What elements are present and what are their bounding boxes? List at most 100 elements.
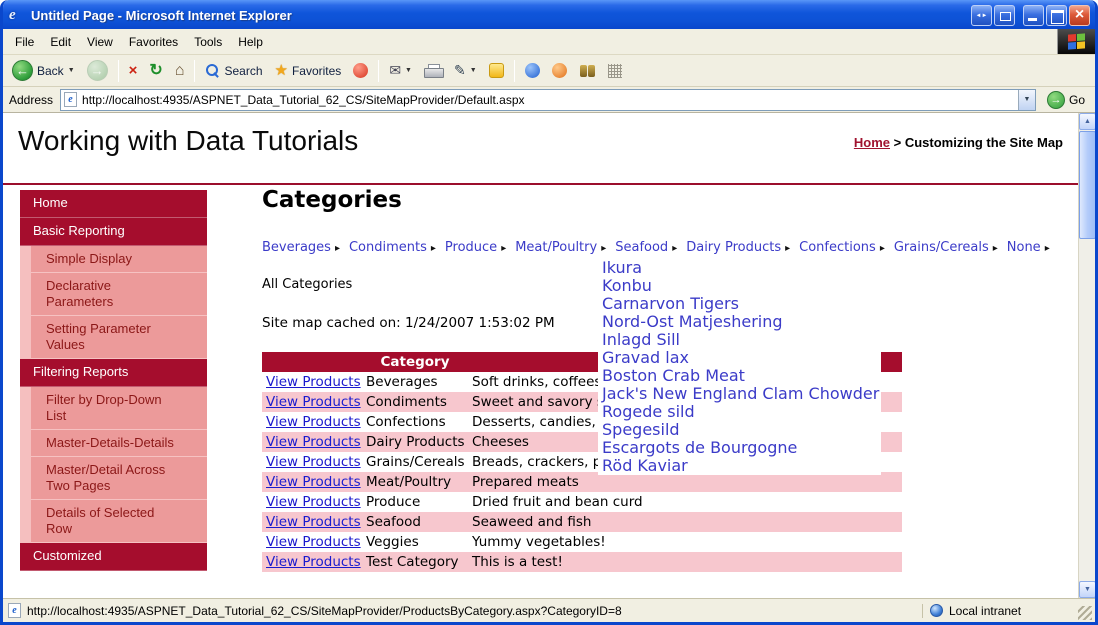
category-menu-item[interactable]: Condiments (349, 240, 436, 255)
category-menu-link[interactable]: Confections (799, 240, 876, 255)
category-menu-item[interactable]: Grains/Cereals (894, 240, 998, 255)
submenu-arrow-icon (672, 240, 677, 255)
sidebar-item-simple-display[interactable]: Simple Display (31, 246, 207, 273)
search-button[interactable]: Search (200, 60, 267, 81)
view-products-link[interactable]: View Products (266, 454, 361, 470)
go-button[interactable]: → Go (1043, 90, 1089, 109)
mail-button[interactable]: ✉ ▼ (384, 60, 417, 81)
view-products-link[interactable]: View Products (266, 554, 361, 570)
category-menu-link[interactable]: Meat/Poultry (515, 240, 597, 255)
messenger-button[interactable] (484, 60, 509, 81)
cache-note: Site map cached on: 1/24/2007 1:53:02 PM (262, 315, 555, 331)
flyout-item[interactable]: Ikura (602, 259, 881, 277)
minimize-button[interactable] (1023, 5, 1044, 26)
category-menu-item[interactable]: None (1007, 240, 1050, 255)
view-products-link[interactable]: View Products (266, 534, 361, 550)
flyout-item[interactable]: Röd Kaviar (602, 457, 881, 475)
view-products-link[interactable]: View Products (266, 474, 361, 490)
media-button[interactable] (547, 60, 572, 81)
category-menu-link[interactable]: Beverages (262, 240, 331, 255)
category-menu-link[interactable]: Seafood (615, 240, 668, 255)
view-products-link[interactable]: View Products (266, 374, 361, 390)
edit-button[interactable]: ✎ ▼ (449, 60, 482, 81)
back-button[interactable]: ← Back ▼ (7, 57, 80, 84)
flyout-item[interactable]: Nord-Ost Matjeshering (602, 313, 881, 331)
flyout-item[interactable]: Carnarvon Tigers (602, 295, 881, 313)
flyout-item[interactable]: Rogede sild (602, 403, 881, 421)
link-column-header (262, 352, 362, 372)
vertical-scrollbar[interactable]: ▲ ▼ (1078, 113, 1095, 598)
select-grid-button[interactable] (603, 61, 627, 81)
view-products-link[interactable]: View Products (266, 414, 361, 430)
menu-favorites[interactable]: Favorites (121, 30, 186, 54)
flyout-item[interactable]: Inlagd Sill (602, 331, 881, 349)
titlebar-extra-button-2[interactable] (994, 5, 1015, 26)
category-menu-item[interactable]: Meat/Poultry (515, 240, 606, 255)
address-dropdown-button[interactable]: ▼ (1017, 89, 1035, 110)
table-row: View Products Seafood Seaweed and fish (262, 512, 902, 532)
sidebar-item-details-of-selected-row[interactable]: Details of Selected Row (31, 500, 207, 543)
sidebar-item-filtering-reports[interactable]: Filtering Reports (20, 359, 207, 387)
page-content: Working with Data Tutorials Home > Custo… (3, 113, 1095, 598)
address-input[interactable]: e http://localhost:4935/ASPNET_Data_Tuto… (60, 88, 1036, 111)
category-cell: Seafood (366, 514, 421, 530)
menu-edit[interactable]: Edit (42, 30, 79, 54)
search-label: Search (224, 63, 263, 78)
scroll-up-button[interactable]: ▲ (1079, 113, 1095, 130)
breadcrumb-separator: > (890, 135, 905, 150)
menu-tools[interactable]: Tools (186, 30, 230, 54)
print-button[interactable] (419, 61, 447, 81)
flyout-item[interactable]: Boston Crab Meat (602, 367, 881, 385)
category-menu-item[interactable]: Beverages (262, 240, 340, 255)
sidebar-item-master-details-details[interactable]: Master-Details-Details (31, 430, 207, 457)
category-menu-item[interactable]: Dairy Products (686, 240, 790, 255)
forward-button[interactable]: → (82, 57, 113, 84)
scroll-down-button[interactable]: ▼ (1079, 581, 1095, 598)
security-zone-panel: Local intranet (922, 603, 1072, 618)
flyout-item[interactable]: Konbu (602, 277, 881, 295)
flyout-item[interactable]: Gravad lax (602, 349, 881, 367)
category-menu-item[interactable]: Confections (799, 240, 885, 255)
menu-view[interactable]: View (79, 30, 121, 54)
home-button[interactable]: ⌂ (170, 60, 190, 81)
favorites-button[interactable]: ★ Favorites (270, 60, 347, 81)
category-menu-link[interactable]: Dairy Products (686, 240, 781, 255)
breadcrumb-home-link[interactable]: Home (854, 135, 890, 150)
scroll-thumb[interactable] (1079, 131, 1095, 239)
maximize-button[interactable] (1046, 5, 1067, 26)
flyout-item[interactable]: Jack's New England Clam Chowder (602, 385, 881, 403)
stop-button[interactable]: × (124, 60, 143, 81)
titlebar-extra-button-1[interactable] (971, 5, 992, 26)
category-menu-link[interactable]: Condiments (349, 240, 427, 255)
category-menu-item[interactable]: Produce (445, 240, 506, 255)
binoculars-icon (579, 64, 596, 77)
history-button[interactable] (348, 60, 373, 81)
mail-dropdown-icon: ▼ (405, 67, 412, 74)
category-menu-link[interactable]: None (1007, 240, 1041, 255)
menu-file[interactable]: File (7, 30, 42, 54)
menu-help[interactable]: Help (230, 30, 271, 54)
view-products-link[interactable]: View Products (266, 494, 361, 510)
sidebar-item-basic-reporting[interactable]: Basic Reporting (20, 218, 207, 246)
view-products-link[interactable]: View Products (266, 514, 361, 530)
sidebar-item-setting-parameter-values[interactable]: Setting Parameter Values (31, 316, 207, 359)
msn-button[interactable] (520, 60, 545, 81)
view-products-link[interactable]: View Products (266, 434, 361, 450)
view-products-link[interactable]: View Products (266, 394, 361, 410)
submenu-arrow-icon (335, 240, 340, 255)
sidebar-item-filter-by-drop-down-list[interactable]: Filter by Drop-Down List (31, 387, 207, 430)
refresh-button[interactable]: ↻ (144, 60, 167, 81)
close-button[interactable] (1069, 5, 1090, 26)
sidebar-item-home[interactable]: Home (20, 190, 207, 218)
flyout-item[interactable]: Escargots de Bourgogne (602, 439, 881, 457)
category-menu-link[interactable]: Produce (445, 240, 497, 255)
sidebar-item-master-detail-across-two-pages[interactable]: Master/Detail Across Two Pages (31, 457, 207, 500)
resize-grip[interactable] (1078, 606, 1092, 620)
flyout-item[interactable]: Spegesild (602, 421, 881, 439)
find-button[interactable] (574, 62, 601, 80)
category-menu-item[interactable]: Seafood (615, 240, 677, 255)
sidebar-item-declarative-parameters[interactable]: Declarative Parameters (31, 273, 207, 316)
sidebar-item-customized[interactable]: Customized (20, 543, 207, 571)
breadcrumb: Home > Customizing the Site Map (854, 135, 1063, 150)
category-menu-link[interactable]: Grains/Cereals (894, 240, 989, 255)
